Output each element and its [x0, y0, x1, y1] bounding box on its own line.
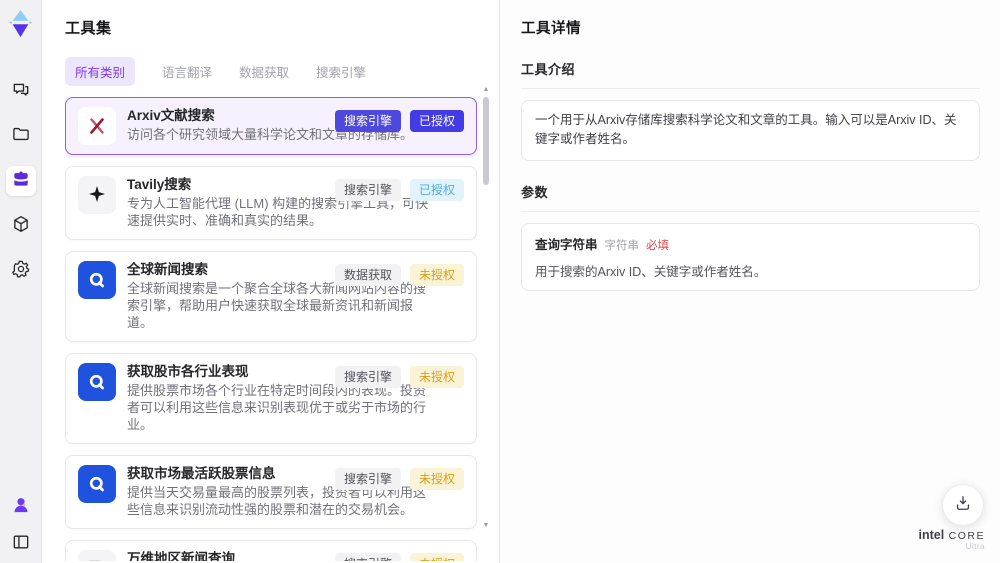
tool-badges: 搜索引擎 未授权	[334, 552, 464, 561]
magnifier-q-logo	[78, 464, 116, 503]
tab-data-acquisition[interactable]: 数据获取	[239, 62, 289, 81]
tool-card[interactable]: Tavily搜索 专为人工智能代理 (LLM) 构建的搜索引擎工具，可快速提供实…	[65, 166, 477, 240]
page-title: 工具集	[65, 20, 112, 37]
tool-auth-badge: 未授权	[409, 552, 464, 561]
ultra-brand-text: Ultra	[965, 542, 985, 552]
category-tabs: 所有类别 语言翻译 数据获取 搜索引擎	[65, 57, 477, 86]
intel-brand-text: intel	[918, 527, 945, 542]
detail-title: 工具详情	[521, 21, 581, 37]
sidebar-item-settings[interactable]	[6, 256, 36, 286]
news-building	[78, 549, 116, 561]
sidebar-bottom	[11, 495, 31, 557]
tool-category-badge: 搜索引擎	[334, 552, 401, 561]
intro-section-label: 工具介绍	[521, 59, 980, 89]
core-brand-text: CORE	[948, 529, 985, 542]
tool-auth-badge: 已授权	[409, 179, 464, 201]
tool-category-badge: 搜索引擎	[334, 179, 401, 201]
tool-badges: 搜索引擎 已授权	[334, 110, 464, 132]
tool-badges: 搜索引擎 已授权	[334, 179, 464, 201]
tool-category-badge: 搜索引擎	[334, 365, 401, 388]
param-head: 查询字符串 字符串 必填	[535, 234, 966, 253]
tab-search-engine[interactable]: 搜索引擎	[316, 62, 366, 81]
tool-category-badge: 搜索引擎	[334, 467, 401, 490]
tool-auth-badge: 未授权	[409, 467, 464, 490]
tool-card[interactable]: 获取市场最活跃股票信息 提供当天交易量最高的股票列表，投资者可以利用这些信息来识…	[65, 454, 477, 529]
param-required-badge: 必填	[646, 239, 670, 252]
tool-badges: 数据获取 未授权	[334, 264, 464, 286]
params-section-label: 参数	[521, 182, 980, 212]
tool-category-badge: 搜索引擎	[334, 110, 401, 132]
magnifier-q-logo	[78, 362, 116, 401]
intel-core-logo: intel CORE Ultra	[919, 526, 986, 552]
tool-desc: 专为人工智能代理 (LLM) 构建的搜索引擎工具，可快速提供实时、准确和真实的结…	[127, 196, 429, 229]
tool-auth-badge: 未授权	[409, 264, 464, 286]
sidebar-nav	[5, 76, 36, 286]
tool-card[interactable]: 万维地区新闻查询 查询具体行政区划内的新闻，快速了解各地新闻动 搜索引擎 未授权	[65, 539, 477, 561]
sidebar-item-tools[interactable]	[5, 166, 36, 196]
tab-all-categories[interactable]: 所有类别	[65, 57, 136, 86]
tab-language-translation[interactable]: 语言翻译	[162, 62, 212, 81]
param-desc: 用于搜索的Arxiv ID、关键字或作者姓名。	[535, 264, 767, 279]
toolbox-icon	[11, 169, 31, 194]
download-button[interactable]	[942, 484, 984, 526]
sidebar-item-plugins[interactable]	[6, 211, 36, 241]
tool-desc: 提供当天交易量最高的股票列表，投资者可以利用这些信息来识别流动性强的股票和潜在的…	[127, 485, 427, 517]
tool-badges: 搜索引擎 未授权	[334, 365, 464, 388]
scrollbar: ▲ ▼	[481, 86, 491, 530]
folder-icon	[11, 124, 31, 149]
tool-desc: 提供股票市场各个行业在特定时间段内的表现。投资者可以利用这些信息来识别表现优于或…	[127, 383, 427, 432]
scroll-down-arrow[interactable]: ▼	[481, 522, 491, 530]
tool-list-panel: 工具集 所有类别 语言翻译 数据获取 搜索引擎 Arxiv文献搜索 访问各个研究…	[42, 0, 500, 563]
tool-detail-panel: 工具详情 工具介绍 一个用于从Arxiv存储库搜索科学论文和文章的工具。输入可以…	[501, 0, 1000, 563]
param-name: 查询字符串	[535, 237, 598, 252]
tool-badges: 搜索引擎 未授权	[334, 467, 464, 490]
tool-card[interactable]: Arxiv文献搜索 访问各个研究领域大量科学论文和文章的存储库。 搜索引擎 已授…	[65, 97, 477, 155]
tavily-star	[78, 176, 116, 214]
magnifier-q-logo	[78, 261, 116, 299]
arxiv-logo	[78, 107, 116, 145]
scrollbar-thumb[interactable]	[483, 97, 489, 185]
collapse-panel-icon[interactable]	[11, 532, 31, 557]
param-type: 字符串	[604, 239, 640, 252]
tool-card[interactable]: 获取股市各行业表现 提供股票市场各个行业在特定时间段内的表现。投资者可以利用这些…	[65, 352, 477, 444]
tool-category-badge: 数据获取	[334, 264, 401, 286]
param-card: 查询字符串 字符串 必填 用于搜索的Arxiv ID、关键字或作者姓名。	[521, 222, 980, 291]
app-window: 工具集 所有类别 语言翻译 数据获取 搜索引擎 Arxiv文献搜索 访问各个研究…	[0, 0, 1000, 563]
sidebar-item-files[interactable]	[6, 121, 36, 151]
user-avatar[interactable]	[11, 495, 31, 520]
tool-desc: 全球新闻搜索是一个聚合全球各大新闻网站内容的搜索引擎，帮助用户快速获取全球最新资…	[127, 281, 427, 330]
gear-icon	[11, 259, 31, 284]
tool-auth-badge: 已授权	[409, 110, 464, 132]
sidebar-item-chat[interactable]	[6, 76, 36, 106]
app-logo-icon	[7, 9, 34, 39]
tool-auth-badge: 未授权	[409, 365, 464, 388]
tool-intro-text: 一个用于从Arxiv存储库搜索科学论文和文章的工具。输入可以是Arxiv ID、…	[521, 100, 980, 161]
scroll-up-arrow[interactable]: ▲	[481, 86, 491, 94]
chat-icon	[11, 79, 31, 104]
tool-card[interactable]: 全球新闻搜索 全球新闻搜索是一个聚合全球各大新闻网站内容的搜索引擎，帮助用户快速…	[65, 251, 477, 342]
sidebar	[0, 0, 42, 563]
tool-list: Arxiv文献搜索 访问各个研究领域大量科学论文和文章的存储库。 搜索引擎 已授…	[65, 97, 477, 561]
params-section: 参数 查询字符串 字符串 必填 用于搜索的Arxiv ID、关键字或作者姓名。	[521, 182, 980, 291]
intro-section: 工具介绍 一个用于从Arxiv存储库搜索科学论文和文章的工具。输入可以是Arxi…	[521, 59, 980, 161]
cube-icon	[11, 214, 31, 239]
download-icon	[953, 493, 973, 518]
